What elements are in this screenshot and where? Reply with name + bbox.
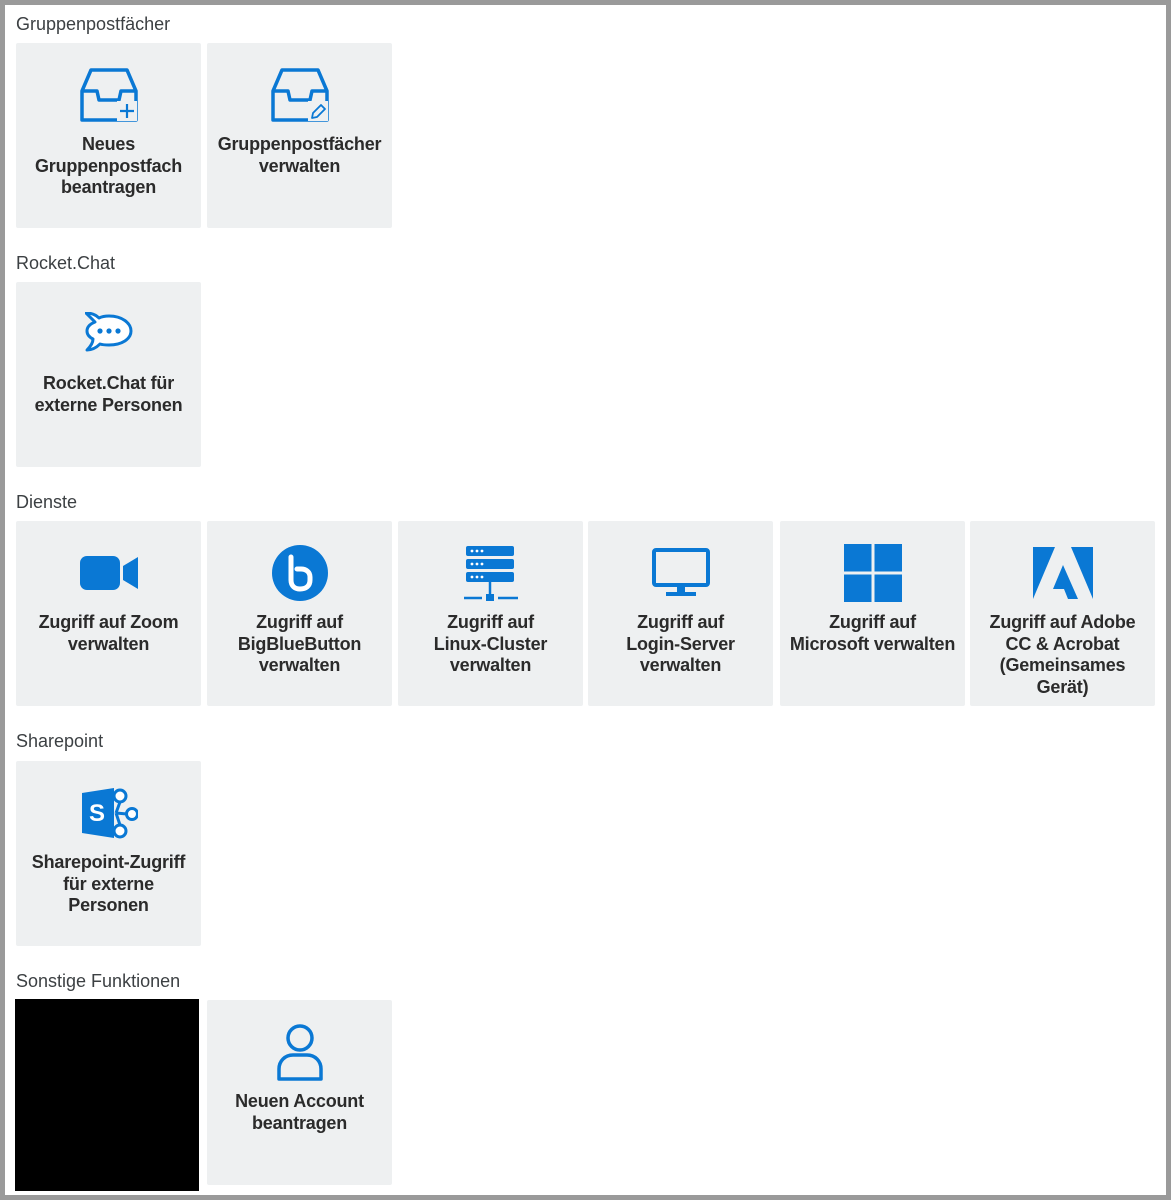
rocketchat-icon [16,304,201,364]
monitor-icon [588,543,773,603]
tile-new-group-mailbox[interactable]: Neues Gruppenpostfach beantragen [16,43,201,228]
tile-adobe-access[interactable]: Zugriff auf Adobe CC & Acrobat (Gemeinsame… [970,521,1155,706]
tile-label: Zugriff auf Adobe CC & Acrobat (Gemeinsame… [989,612,1136,697]
section-title-sonstige-funktionen: Sonstige Funktionen [16,971,181,991]
tile-label: Neuen Account beantragen [235,1091,364,1133]
tile-new-account[interactable]: Neuen Account beantragen [207,1000,392,1185]
inbox-add-icon [16,65,201,125]
server-icon [398,543,583,603]
sharepoint-icon: S [16,783,201,843]
section-title-dienste: Dienste [16,492,78,512]
section-title-gruppenpostfaecher: Gruppenpostfächer [16,14,171,34]
tile-label: Gruppenpostfächer verwalten [217,134,382,176]
tile-login-server-access[interactable]: Zugriff auf Login-Server verwalten [588,521,773,706]
tile-label: Zugriff auf Linux-Cluster verwalten [433,612,548,675]
tile-sharepoint-external[interactable]: S Sharepoint-Zugriff für externe Personen [16,761,201,946]
tile-linux-cluster-access[interactable]: Zugriff auf Linux-Cluster verwalten [398,521,583,706]
tile-bigbluebutton-access[interactable]: Zugriff auf BigBlueButton verwalten [207,521,392,706]
tile-dashboard: Gruppenpostfächer Neues Gruppenpostfach be… [0,0,1171,1200]
adobe-icon [970,543,1155,603]
tile-manage-group-mailboxes[interactable]: Gruppenpostfächer verwalten [207,43,392,228]
tile-label: Zugriff auf Zoom verwalten [38,612,179,654]
inbox-edit-icon [207,65,392,125]
tile-label: Zugriff auf Login-Server verwalten [626,612,735,675]
tile-microsoft-access[interactable]: Zugriff auf Microsoft verwalten [780,521,965,706]
tile-label: Zugriff auf Microsoft verwalten [789,612,956,654]
bigbluebutton-icon [207,543,392,603]
tile-rocketchat-external[interactable]: Rocket.Chat für externe Personen [16,282,201,467]
tile-zoom-access[interactable]: Zugriff auf Zoom verwalten [16,521,201,706]
tile-label: Sharepoint-Zugriff für externe Personen [31,852,186,915]
redacted-tile [15,999,199,1191]
user-icon [207,1022,392,1082]
section-title-sharepoint: Sharepoint [16,731,104,751]
zoom-camera-icon [16,543,201,603]
tile-label: Neues Gruppenpostfach beantragen [34,134,182,197]
svg-text:S: S [88,800,104,827]
tile-label: Rocket.Chat für externe Personen [34,373,183,415]
tile-label: Zugriff auf BigBlueButton verwalten [237,612,362,675]
section-title-rocketchat: Rocket.Chat [16,253,116,273]
windows-icon [780,543,965,603]
